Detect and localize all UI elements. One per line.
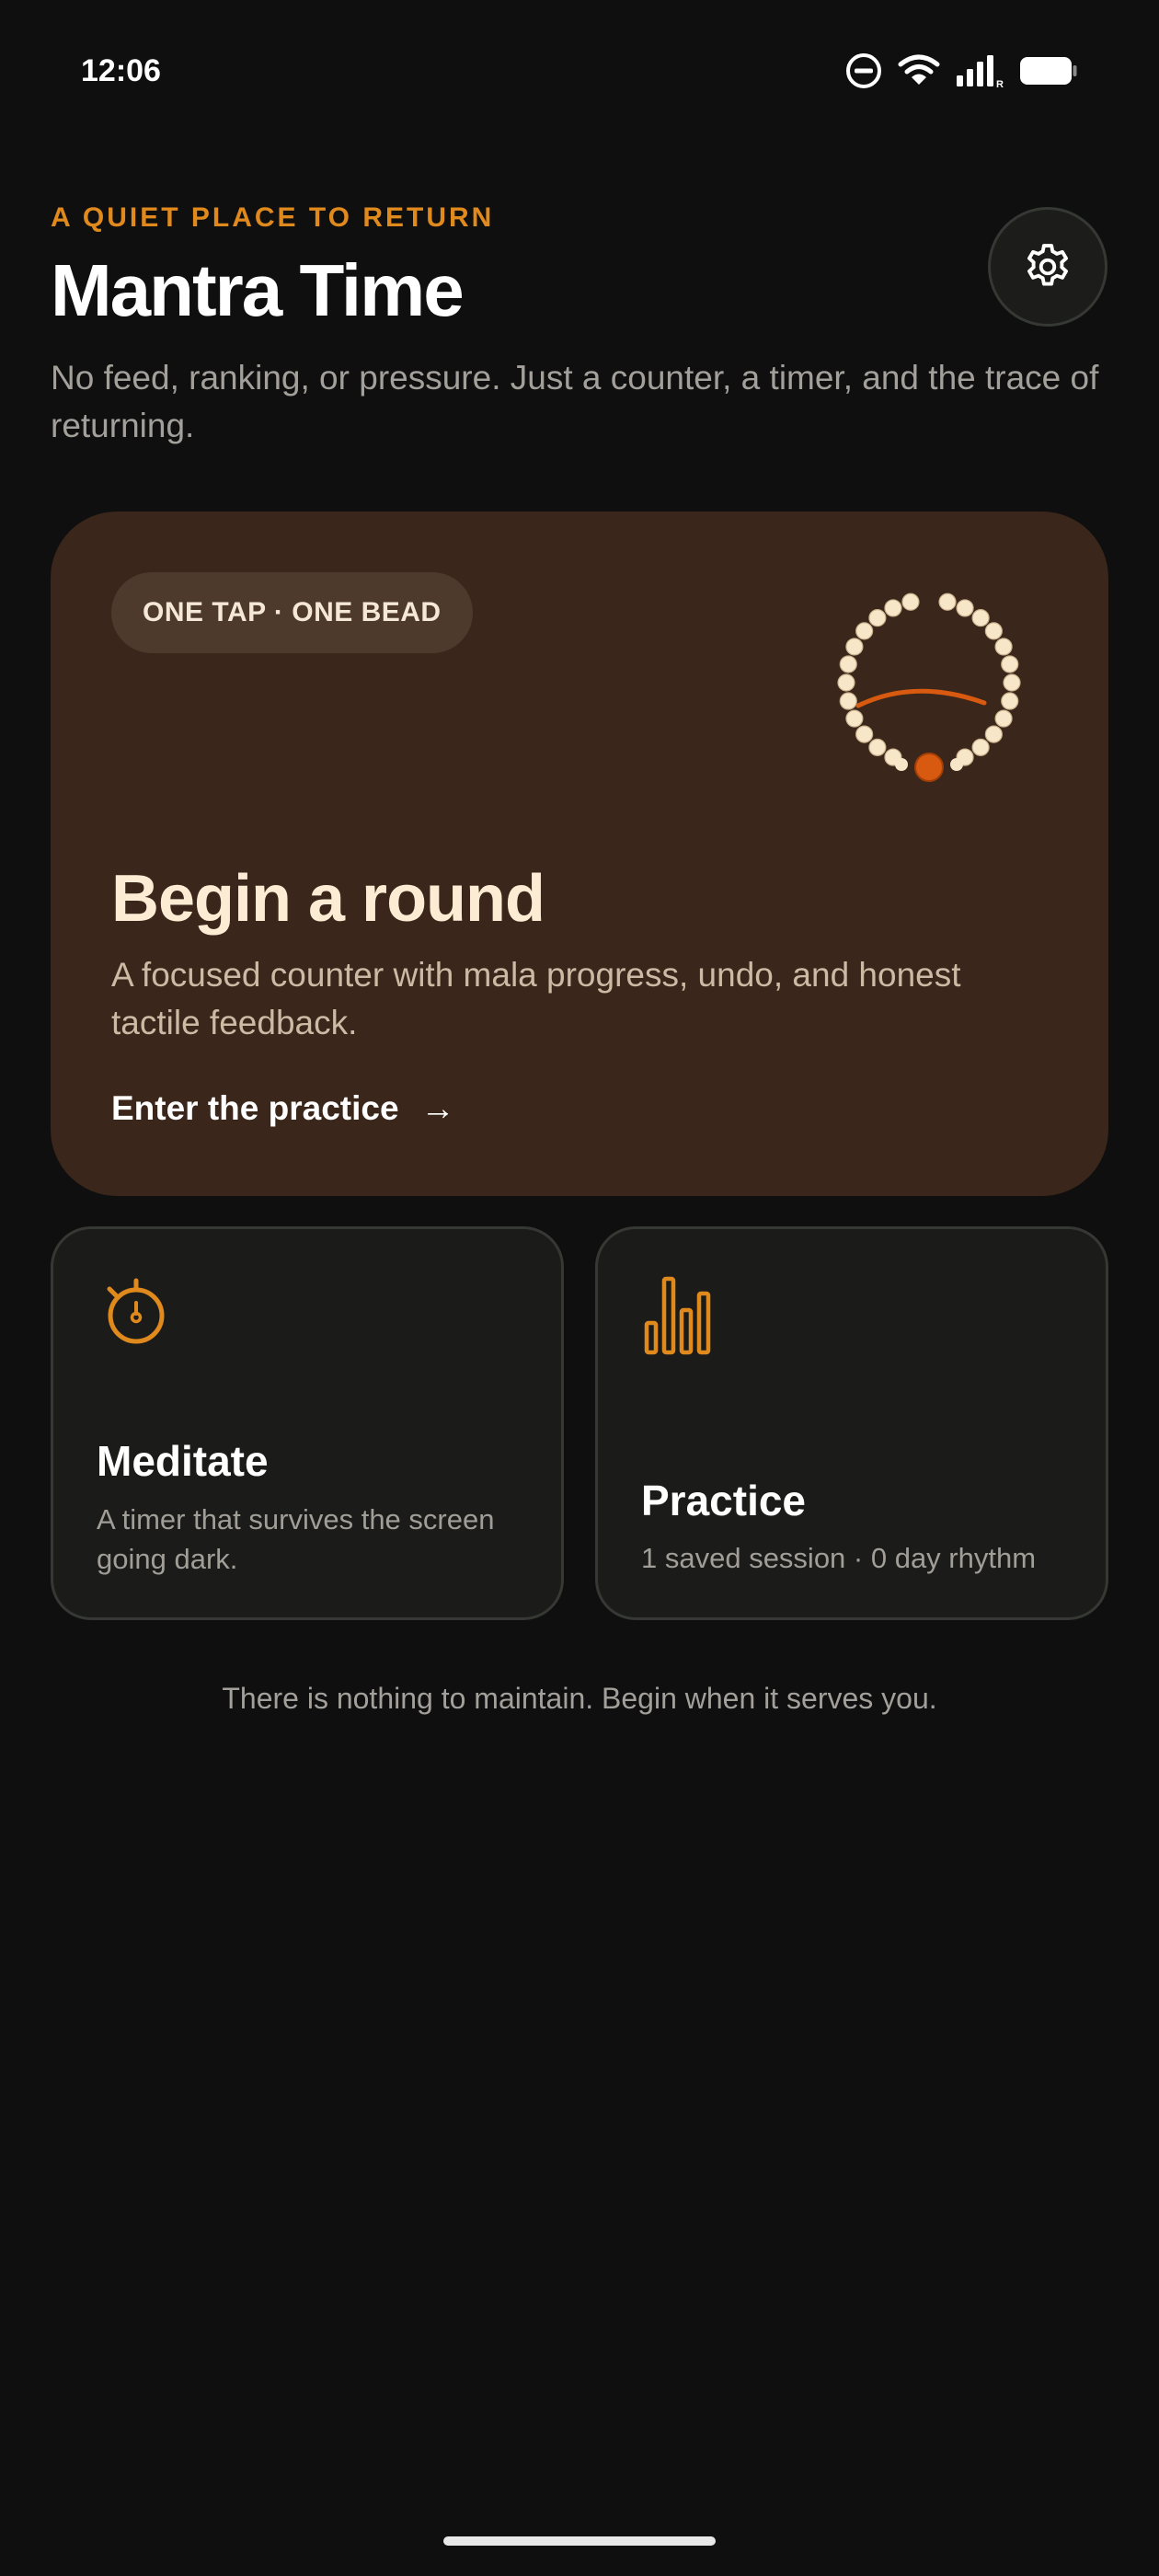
mala-bead [984, 622, 1003, 640]
mala-bead [956, 599, 974, 617]
mala-bead [971, 738, 990, 756]
hero-pill-badge: ONE TAP · ONE BEAD [111, 572, 473, 653]
mala-bead [868, 738, 887, 756]
arrow-right-icon: → [420, 1089, 455, 1127]
gear-icon [1027, 244, 1068, 286]
page-subtitle: No feed, ranking, or pressure. Just a co… [51, 359, 1099, 444]
mala-bead [884, 599, 902, 617]
mala-thread [855, 688, 987, 708]
begin-round-card[interactable]: ONE TAP · ONE BEAD Begin a round A focus… [51, 512, 1108, 1196]
meditate-card[interactable]: Meditate A timer that survives the scree… [51, 1226, 564, 1620]
bar-chart-icon [644, 1276, 711, 1355]
mala-bead [839, 655, 857, 673]
mala-bead [971, 609, 990, 627]
page-title: Mantra Time [51, 249, 465, 331]
practice-card[interactable]: Practice 1 saved session · 0 day rhythm [595, 1226, 1108, 1620]
footer-note: There is nothing to maintain. Begin when… [222, 1682, 937, 1715]
wifi-icon [898, 54, 940, 85]
status-icons: R [844, 52, 1078, 90]
enter-practice-link[interactable]: Enter the practice → [111, 1089, 455, 1128]
mala-beads-icon [837, 592, 1021, 782]
meditate-description: A timer that survives the screen going d… [97, 1503, 495, 1575]
mala-bead [868, 609, 887, 627]
hero-description: A focused counter with mala progress, un… [111, 956, 961, 1041]
hero-title: Begin a round [111, 862, 545, 936]
mala-bead [1001, 655, 1019, 673]
mala-bead [950, 758, 963, 771]
mala-bead [845, 638, 864, 656]
practice-stats: 1 saved session · 0 day rhythm [641, 1542, 1037, 1574]
signal-icon: R [957, 55, 1004, 88]
stopwatch-icon [107, 1278, 165, 1344]
eyebrow-tagline: A QUIET PLACE TO RETURN [51, 202, 495, 233]
do-not-disturb-icon [846, 53, 881, 88]
home-indicator[interactable] [443, 2536, 716, 2546]
enter-practice-label: Enter the practice [111, 1089, 399, 1127]
mala-bead [994, 709, 1013, 728]
mala-bead [994, 638, 1013, 656]
status-bar: 12:06 R [0, 0, 1159, 147]
mala-bead [839, 692, 857, 710]
mala-bead [855, 622, 874, 640]
mala-bead [984, 725, 1003, 743]
status-time: 12:06 [81, 53, 161, 88]
mala-bead [855, 725, 874, 743]
mala-bead [845, 709, 864, 728]
practice-title: Practice [641, 1477, 807, 1524]
mala-bead [901, 592, 920, 611]
mala-bead [837, 673, 855, 692]
mala-bead [895, 758, 908, 771]
guru-bead [914, 753, 944, 782]
battery-icon [1020, 57, 1077, 85]
meditate-title: Meditate [97, 1437, 269, 1485]
settings-button[interactable] [988, 207, 1107, 327]
svg-text:R: R [996, 79, 1004, 88]
mala-bead [1003, 673, 1021, 692]
home-screen: 12:06 R A QUIET PLACE TO RETURN Mantra T… [0, 0, 1159, 2576]
mala-bead [938, 592, 957, 611]
mala-bead [1001, 692, 1019, 710]
